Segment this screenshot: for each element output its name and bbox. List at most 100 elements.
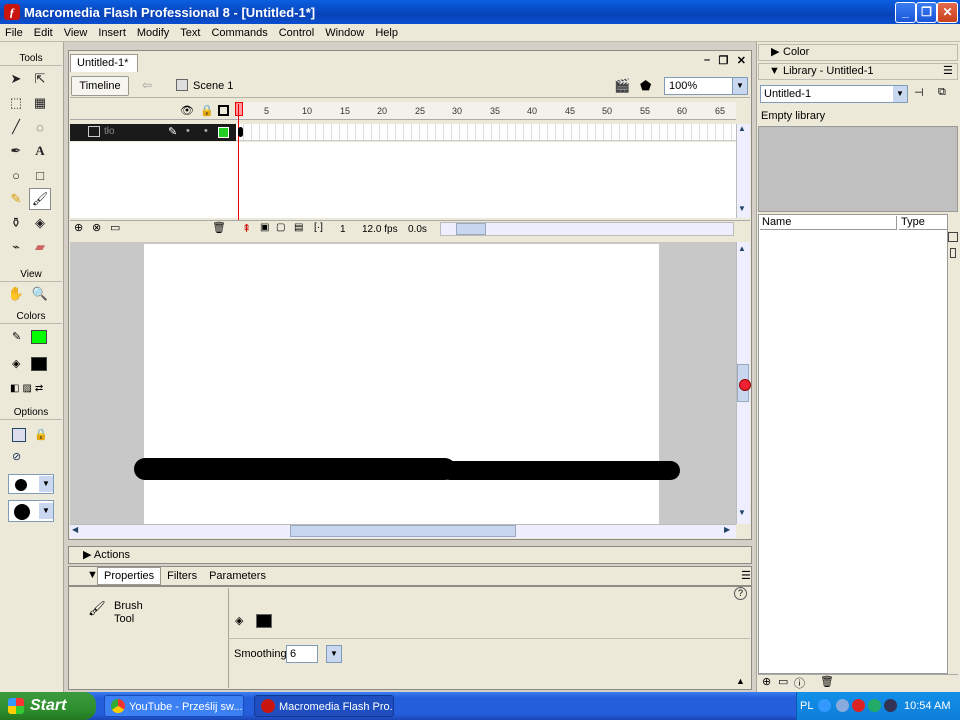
help-icon[interactable]: ? (734, 587, 747, 600)
frames-row[interactable] (236, 124, 736, 141)
onion-outline-icon[interactable]: ▢ (276, 222, 285, 233)
brush-stroke[interactable] (134, 458, 456, 480)
brush-shape-select[interactable]: ▼ (8, 500, 54, 522)
outline-icon[interactable] (218, 105, 229, 116)
free-transform-tool-icon[interactable]: ⬚ (5, 92, 27, 114)
timeline-ruler[interactable]: 1 5 10 15 20 25 30 35 40 45 50 55 60 65 (236, 102, 736, 120)
add-guide-layer-icon[interactable]: ⊗ (92, 221, 101, 234)
library-select[interactable]: Untitled-1 (760, 85, 908, 103)
brush-mode-icon[interactable]: ⊘ (12, 450, 21, 463)
antivirus-icon[interactable] (852, 699, 865, 712)
brush-size-select[interactable]: ▼ (8, 474, 54, 494)
edit-multiple-frames-icon[interactable]: ▤ (294, 222, 303, 233)
lock-dot-icon[interactable]: • (204, 125, 208, 137)
zoom-tool-icon[interactable]: 🔍 (29, 283, 51, 305)
modify-markers-icon[interactable]: [·] (314, 222, 323, 233)
stage-hscroll-thumb[interactable] (290, 525, 516, 537)
stage-canvas[interactable] (144, 244, 659, 524)
rectangle-tool-icon[interactable]: □ (29, 164, 51, 186)
menu-text[interactable]: Text (175, 27, 206, 39)
lasso-tool-icon[interactable]: ◌ (29, 116, 51, 138)
brush-tool-icon[interactable]: 🖌 (29, 188, 51, 210)
layer-name[interactable]: tło (104, 126, 115, 137)
hand-tool-icon[interactable]: ✋ (5, 283, 27, 305)
shield-icon[interactable] (868, 699, 881, 712)
collapse-arrow-icon[interactable]: ▼ (81, 569, 104, 581)
menu-modify[interactable]: Modify (132, 27, 175, 39)
panel-menu-icon[interactable]: ☰ (943, 64, 953, 79)
column-type-header[interactable]: Type (899, 216, 947, 230)
properties-icon[interactable]: ⓘ (794, 675, 805, 691)
visibility-dot-icon[interactable]: • (186, 125, 190, 137)
paint-bucket-tool-icon[interactable]: ◈ (29, 212, 51, 234)
column-name-header[interactable]: Name (760, 216, 897, 230)
tab-properties[interactable]: Properties (97, 567, 162, 585)
ink-bottle-tool-icon[interactable]: ⚱ (5, 212, 27, 234)
smoothing-input[interactable]: 6 (286, 645, 318, 663)
back-arrow-icon[interactable]: ⇦ (137, 78, 157, 94)
fill-color-swatch[interactable] (31, 357, 47, 371)
line-tool-icon[interactable]: ╱ (5, 116, 27, 138)
scroll-down-icon[interactable]: ▼ (738, 508, 746, 517)
color-panel-bar[interactable]: ▶ Color (758, 44, 958, 61)
add-folder-icon[interactable]: ▭ (110, 221, 120, 234)
menu-edit[interactable]: Edit (29, 27, 59, 39)
object-drawing-icon[interactable] (12, 428, 26, 442)
actions-panel-bar[interactable]: ▶ Actions (68, 546, 752, 564)
scroll-left-icon[interactable]: ◀ (72, 525, 78, 534)
color-swap-icons[interactable]: ◧▨⇄ (10, 383, 46, 394)
document-tab[interactable]: Untitled-1* (70, 54, 138, 72)
chevron-down-icon[interactable]: ▼ (732, 78, 747, 94)
eraser-tool-icon[interactable]: ▰ (29, 236, 51, 258)
edit-scene-icon[interactable]: 🎬 (614, 78, 630, 94)
fill-color-swatch[interactable] (256, 614, 272, 628)
wide-view-icon[interactable] (948, 232, 958, 242)
lock-fill-icon[interactable]: 🔒 (34, 428, 48, 441)
timeline-vertical-scrollbar[interactable]: ▲ ▼ (736, 124, 750, 218)
pin-library-icon[interactable]: ⊣ (914, 86, 924, 99)
subselection-tool-icon[interactable]: ⇱ (29, 68, 51, 90)
center-frame-icon[interactable]: ⇞ (242, 222, 251, 235)
scroll-down-icon[interactable]: ▼ (738, 204, 746, 213)
outline-color-icon[interactable] (218, 127, 229, 138)
panel-menu-icon[interactable]: ☰ (735, 569, 757, 582)
layer-row[interactable]: ✎ • • (70, 124, 236, 141)
taskbar-item-youtube[interactable]: YouTube - Prześlij sw... (104, 695, 244, 717)
eyedropper-tool-icon[interactable]: ⌁ (5, 236, 27, 258)
selection-tool-icon[interactable]: ➤ (5, 68, 27, 90)
tab-parameters[interactable]: Parameters (203, 570, 272, 582)
doc-restore-icon[interactable]: ❐ (719, 54, 729, 70)
new-library-panel-icon[interactable]: ⧉ (938, 86, 946, 99)
language-indicator[interactable]: PL (800, 692, 813, 720)
brush-stroke[interactable] (440, 461, 680, 480)
scroll-up-icon[interactable]: ▲ (738, 244, 746, 253)
trash-icon[interactable]: 🗑 (212, 221, 226, 234)
menu-insert[interactable]: Insert (93, 27, 132, 39)
network-icon[interactable] (818, 699, 831, 712)
doc-minimize-icon[interactable]: – (704, 54, 710, 70)
edit-symbols-icon[interactable]: ⬟ (640, 78, 651, 94)
scroll-right-icon[interactable]: ▶ (724, 525, 730, 534)
menu-window[interactable]: Window (320, 27, 370, 39)
onion-skin-icon[interactable]: ▣ (260, 222, 269, 233)
eye-icon[interactable]: 👁 (180, 104, 194, 117)
new-symbol-icon[interactable]: ⊕ (762, 675, 771, 688)
minimize-button[interactable]: _ (895, 2, 916, 23)
menu-commands[interactable]: Commands (206, 27, 273, 39)
menu-file[interactable]: File (0, 27, 29, 39)
timeline-scroll-thumb[interactable] (456, 223, 486, 235)
pencil-tool-icon[interactable]: ✎ (5, 188, 27, 210)
menu-help[interactable]: Help (370, 27, 404, 39)
menu-control[interactable]: Control (274, 27, 320, 39)
bluetooth-icon[interactable] (836, 699, 849, 712)
keyframe-dot[interactable] (238, 127, 243, 137)
new-folder-icon[interactable]: ▭ (778, 675, 788, 688)
add-layer-icon[interactable]: ⊕ (74, 221, 83, 234)
library-panel-bar[interactable]: ▼ Library - Untitled-1 ☰ (758, 63, 958, 80)
resize-icon[interactable]: ▲ (736, 676, 745, 686)
maximize-button[interactable]: ❐ (916, 2, 937, 23)
doc-close-icon[interactable]: ✕ (737, 54, 746, 70)
volume-icon[interactable] (884, 699, 897, 712)
oval-tool-icon[interactable]: ○ (5, 164, 27, 186)
stroke-color-swatch[interactable] (31, 330, 47, 344)
